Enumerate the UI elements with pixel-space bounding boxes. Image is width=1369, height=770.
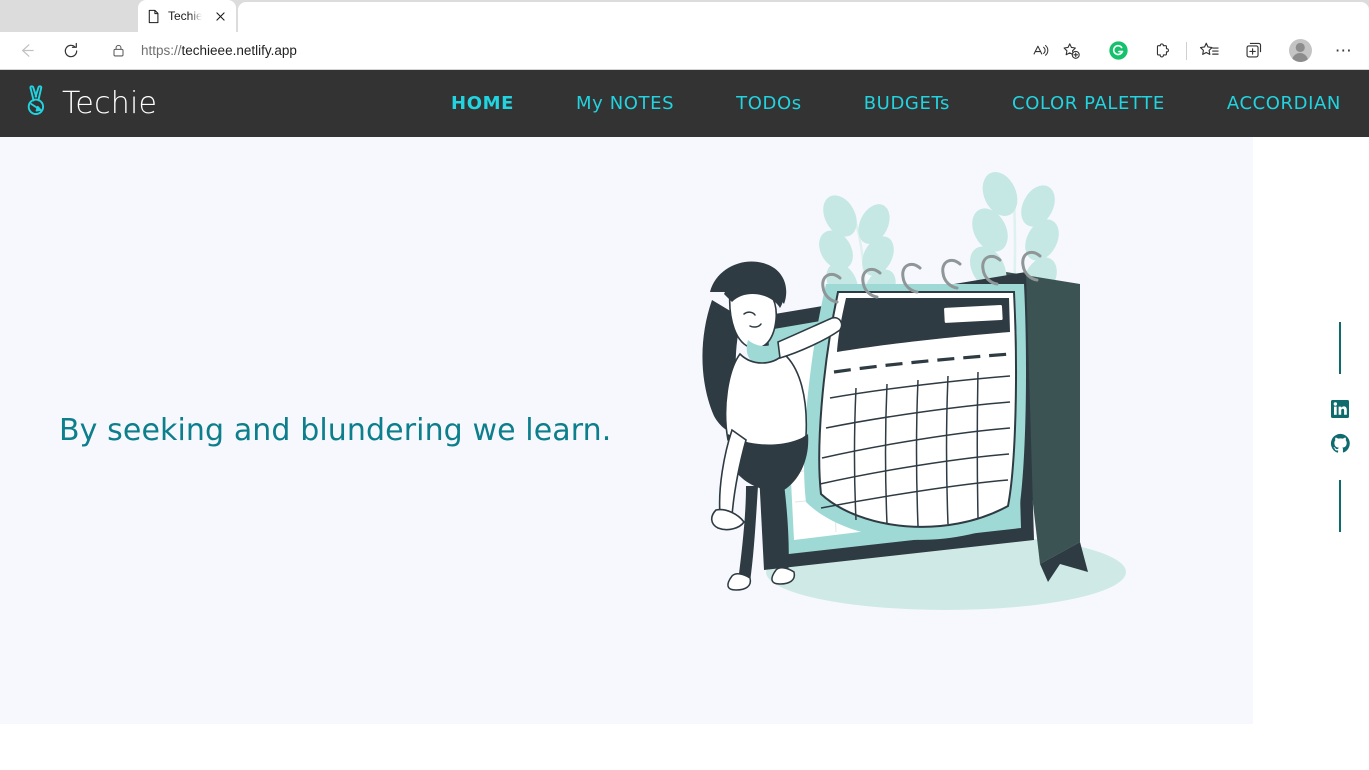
toolbar-divider [1186, 41, 1187, 60]
browser-chrome: Techie https://techieee.netlify.app ⋯ [0, 0, 1369, 70]
add-favorite-icon[interactable] [1056, 37, 1086, 65]
favorites-icon[interactable] [1193, 35, 1225, 67]
url-text: https://techieee.netlify.app [141, 43, 1025, 58]
site-navbar: Techie HOME My NOTES TODOs BUDGETs COLOR… [0, 70, 1369, 137]
profile-avatar[interactable] [1283, 35, 1317, 67]
tab-strip-empty-area [238, 2, 1369, 32]
refresh-icon[interactable] [55, 35, 87, 67]
more-glyph: ⋯ [1334, 41, 1354, 60]
hero-illustration-column [678, 137, 1369, 724]
grammarly-icon[interactable] [1102, 35, 1134, 67]
settings-more-icon[interactable]: ⋯ [1328, 35, 1360, 67]
close-icon[interactable] [212, 8, 228, 24]
address-bar[interactable]: https://techieee.netlify.app [95, 35, 1090, 66]
calendar-illustration [688, 172, 1228, 642]
hero-section: By seeking and blundering we learn. [0, 137, 1369, 770]
rail-line-top [1339, 322, 1341, 374]
url-scheme: https:// [141, 43, 182, 58]
peace-hand-icon [22, 83, 52, 124]
toolbar-right-icons: ⋯ [1102, 35, 1360, 67]
collections-icon[interactable] [1238, 35, 1270, 67]
social-rail [1325, 322, 1355, 532]
lock-icon [109, 42, 127, 60]
brand-logo[interactable]: Techie [22, 83, 157, 124]
browser-tab[interactable]: Techie [138, 0, 236, 32]
linkedin-icon[interactable] [1329, 398, 1351, 420]
nav-item-budgets[interactable]: BUDGETs [864, 87, 950, 120]
url-domain: techieee.netlify.app [181, 43, 297, 58]
tab-strip: Techie [0, 0, 1369, 32]
hero-quote: By seeking and blundering we learn. [59, 412, 612, 448]
hero-text-column: By seeking and blundering we learn. [0, 412, 678, 450]
extensions-puzzle-icon[interactable] [1148, 35, 1180, 67]
github-icon[interactable] [1329, 432, 1351, 454]
nav-item-home[interactable]: HOME [451, 87, 514, 120]
nav-item-todos[interactable]: TODOs [736, 87, 802, 120]
page-icon [146, 9, 161, 24]
nav-item-my-notes[interactable]: My NOTES [576, 87, 674, 120]
browser-toolbar: https://techieee.netlify.app ⋯ [0, 32, 1369, 70]
avatar [1288, 39, 1312, 62]
nav-item-accordian[interactable]: ACCORDIAN [1227, 87, 1341, 120]
read-aloud-icon[interactable] [1025, 37, 1055, 65]
rail-line-bottom [1339, 480, 1341, 532]
omnibox-actions [1025, 37, 1086, 65]
nav-item-color-palette[interactable]: COLOR PALETTE [1012, 87, 1165, 120]
nav-links: HOME My NOTES TODOs BUDGETs COLOR PALETT… [157, 87, 1341, 120]
tab-title: Techie [168, 9, 203, 23]
back-arrow-icon[interactable] [10, 35, 42, 67]
brand-name: Techie [62, 86, 158, 121]
